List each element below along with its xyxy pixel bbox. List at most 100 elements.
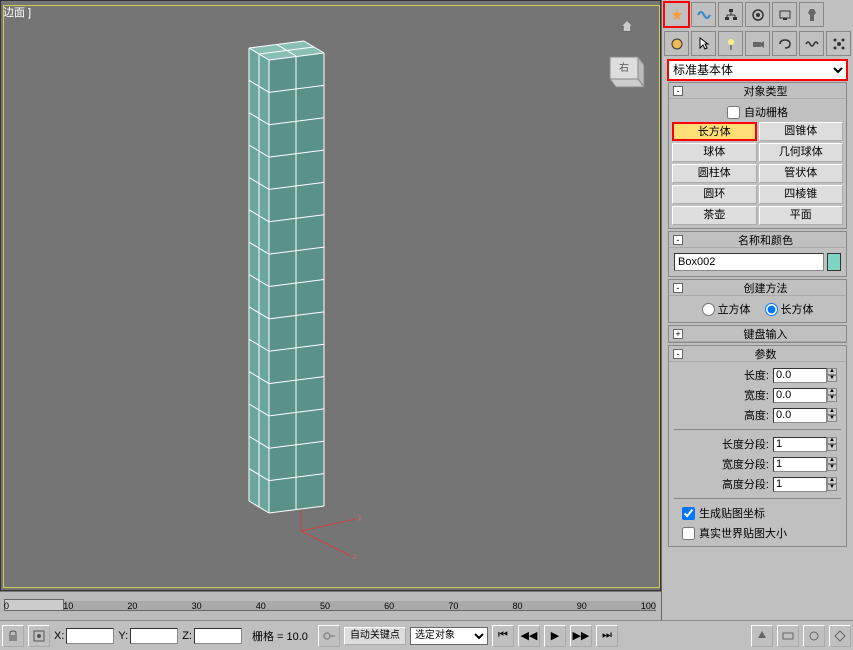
sphere-button[interactable]: 球体	[672, 143, 757, 162]
spinner-up[interactable]: ▲	[827, 457, 837, 464]
z-field[interactable]	[194, 628, 242, 644]
grid-info: 栅格 = 10.0	[246, 628, 314, 644]
play-icon[interactable]: ▶	[544, 625, 566, 647]
create-tab-icon[interactable]	[664, 2, 689, 27]
x-field[interactable]	[66, 628, 114, 644]
rollout-header[interactable]: - 参数	[669, 346, 846, 362]
width-segs-label: 宽度分段:	[722, 456, 769, 472]
spinner-down[interactable]: ▼	[827, 464, 837, 471]
box-button[interactable]: 长方体	[672, 122, 757, 141]
cameras-icon[interactable]	[745, 31, 770, 56]
key-filter-dropdown[interactable]: 选定对象	[410, 627, 488, 645]
spinner-up[interactable]: ▲	[827, 408, 837, 415]
teapot-button[interactable]: 茶壶	[672, 206, 757, 225]
helpers-icon[interactable]	[772, 31, 797, 56]
length-field[interactable]	[773, 368, 827, 383]
goto-start-icon[interactable]: ⏮	[492, 625, 514, 647]
plus-icon[interactable]: +	[673, 329, 683, 339]
rollout-header[interactable]: - 创建方法	[669, 280, 846, 296]
nav-icon[interactable]	[803, 625, 825, 647]
torus-button[interactable]: 圆环	[672, 185, 757, 204]
primitive-grid: 长方体 圆锥体 球体 几何球体 圆柱体 管状体 圆环 四棱锥 茶壶 平面	[672, 122, 843, 225]
nav-icon[interactable]	[751, 625, 773, 647]
spinner-up[interactable]: ▲	[827, 388, 837, 395]
lights-icon[interactable]	[718, 31, 743, 56]
spinner-down[interactable]: ▼	[827, 484, 837, 491]
cylinder-button[interactable]: 圆柱体	[672, 164, 757, 183]
timeline[interactable]: 0102030405060708090100	[0, 592, 661, 620]
pyramid-button[interactable]: 四棱锥	[759, 185, 844, 204]
rollout-header[interactable]: - 名称和颜色	[669, 232, 846, 248]
height-segs-label: 高度分段:	[722, 476, 769, 492]
minus-icon[interactable]: -	[673, 349, 683, 359]
home-icon[interactable]	[620, 19, 634, 33]
rollout-header[interactable]: + 键盘输入	[669, 326, 846, 342]
length-segs-field[interactable]	[773, 437, 827, 452]
spinner-up[interactable]: ▲	[827, 368, 837, 375]
object-color-swatch[interactable]	[827, 253, 841, 271]
auto-grid-checkbox[interactable]: 自动栅格	[672, 102, 843, 122]
rollout-header[interactable]: - 对象类型	[669, 83, 846, 99]
auto-key-button[interactable]: 自动关键点	[344, 627, 406, 645]
snap-icon[interactable]	[28, 625, 50, 647]
minus-icon[interactable]: -	[673, 235, 683, 245]
spinner-down[interactable]: ▼	[827, 375, 837, 382]
geometry-icon[interactable]	[664, 31, 689, 56]
hierarchy-tab-icon[interactable]	[718, 2, 743, 27]
spinner-down[interactable]: ▼	[827, 395, 837, 402]
cone-button[interactable]: 圆锥体	[759, 122, 844, 141]
time-ticks: 0102030405060708090100	[4, 601, 656, 611]
svg-text:右: 右	[619, 61, 629, 74]
keyboard-entry-rollout: + 键盘输入	[668, 325, 847, 343]
spinner-down[interactable]: ▼	[827, 444, 837, 451]
height-label: 高度:	[744, 407, 769, 423]
parameters-rollout: - 参数 长度:▲▼ 宽度:▲▼ 高度:▲▼ 长度分段:▲▼ 宽度分段:▲▼ 高…	[668, 345, 847, 547]
spacewarps-icon[interactable]	[799, 31, 824, 56]
height-field[interactable]	[773, 408, 827, 423]
spinner-down[interactable]: ▼	[827, 415, 837, 422]
box-radio[interactable]: 长方体	[765, 301, 814, 317]
y-field[interactable]	[130, 628, 178, 644]
spinner-up[interactable]: ▲	[827, 437, 837, 444]
name-color-rollout: - 名称和颜色	[668, 231, 847, 277]
display-tab-icon[interactable]	[772, 2, 797, 27]
height-segs-field[interactable]	[773, 477, 827, 492]
motion-tab-icon[interactable]	[745, 2, 770, 27]
viewcube[interactable]: 右	[596, 41, 652, 97]
primitive-category-dropdown[interactable]: 标准基本体	[668, 60, 847, 80]
create-categories	[662, 29, 853, 58]
geosphere-button[interactable]: 几何球体	[759, 143, 844, 162]
gen-map-checkbox[interactable]	[682, 507, 695, 520]
width-field[interactable]	[773, 388, 827, 403]
cube-radio[interactable]: 立方体	[702, 301, 751, 317]
nav-icon[interactable]	[777, 625, 799, 647]
length-label: 长度:	[744, 367, 769, 383]
cursor-icon[interactable]	[691, 31, 716, 56]
modify-tab-icon[interactable]	[691, 2, 716, 27]
prev-frame-icon[interactable]: ◀◀	[518, 625, 540, 647]
create-method-rollout: - 创建方法 立方体 长方体	[668, 279, 847, 323]
viewport[interactable]: 边面 ] 右 y z	[0, 0, 661, 591]
minus-icon[interactable]: -	[673, 86, 683, 96]
object-name-field[interactable]	[674, 253, 824, 271]
systems-icon[interactable]	[826, 31, 851, 56]
spinner-up[interactable]: ▲	[827, 477, 837, 484]
plane-button[interactable]: 平面	[759, 206, 844, 225]
minus-icon[interactable]: -	[673, 283, 683, 293]
box-object[interactable]	[239, 33, 334, 518]
goto-end-icon[interactable]: ⏭	[596, 625, 618, 647]
command-panel: 标准基本体 - 对象类型 自动栅格 长方体 圆锥体 球体 几何球体 圆柱体 管状…	[661, 0, 853, 648]
nav-icon[interactable]	[829, 625, 851, 647]
real-world-checkbox[interactable]	[682, 527, 695, 540]
utilities-tab-icon[interactable]	[799, 2, 824, 27]
width-segs-field[interactable]	[773, 457, 827, 472]
panel-tabs	[662, 0, 853, 29]
lock-icon[interactable]	[2, 625, 24, 647]
next-frame-icon[interactable]: ▶▶	[570, 625, 592, 647]
object-type-rollout: - 对象类型 自动栅格 长方体 圆锥体 球体 几何球体 圆柱体 管状体 圆环 四…	[668, 82, 847, 229]
width-label: 宽度:	[744, 387, 769, 403]
status-bar: X: Y: Z: 栅格 = 10.0 自动关键点 选定对象 ⏮ ◀◀ ▶ ▶▶ …	[0, 620, 853, 650]
key-icon[interactable]	[318, 625, 340, 647]
tube-button[interactable]: 管状体	[759, 164, 844, 183]
length-segs-label: 长度分段:	[722, 436, 769, 452]
